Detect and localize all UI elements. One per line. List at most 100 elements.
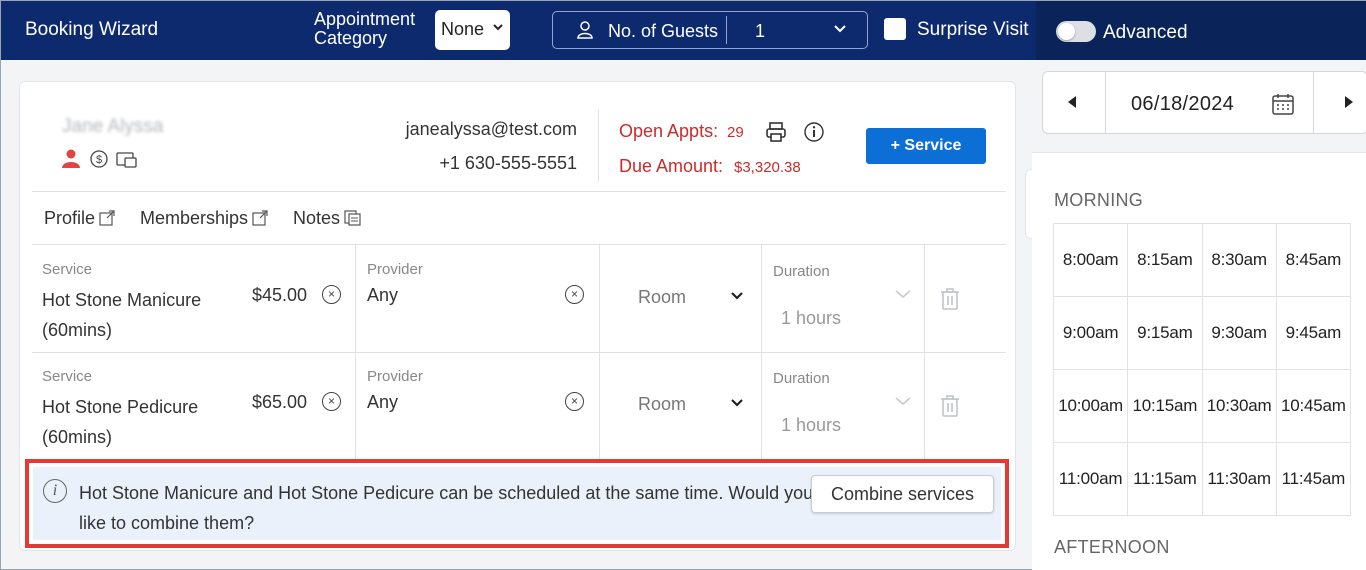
afternoon-heading: AFTERNOON [1054,537,1170,557]
trash-icon[interactable] [939,394,961,423]
service-price: $65.00 [252,392,308,412]
divider [355,245,356,352]
plus-icon: + [890,137,900,154]
time-slot[interactable]: 9:15am [1128,297,1203,370]
service-label: Service [42,261,93,278]
client-status-icons: $ [62,149,137,168]
time-slot[interactable]: 8:30am [1202,224,1277,297]
appointment-category-select[interactable]: None [435,10,510,50]
service-row: Service Hot Stone Pedicure (60mins) $65.… [32,352,1006,459]
chevron-down-icon[interactable] [894,394,912,412]
clear-service-icon[interactable]: × [322,392,341,411]
add-service-label: Service [904,137,962,154]
service-label: Service [42,368,93,385]
slot-row: 10:00am 10:15am 10:30am 10:45am [1054,370,1351,443]
clear-provider-icon[interactable]: × [565,392,584,411]
chevron-down-icon[interactable] [730,396,744,414]
calendar-icon[interactable] [1271,92,1295,121]
add-service-button[interactable]: + Service [866,128,986,164]
open-appts-label: Open Appts: [619,121,719,141]
tab-notes[interactable]: Notes [293,208,362,229]
combine-services-notice: i Hot Stone Manicure and Hot Stone Pedic… [25,459,1009,548]
time-slot[interactable]: 11:45am [1276,443,1351,516]
room-select[interactable]: Room [638,287,686,308]
clear-provider-icon[interactable]: × [565,285,584,304]
client-icons: $ [62,148,162,170]
tab-memberships[interactable]: Memberships [140,208,268,229]
time-slot[interactable]: 10:00am [1054,370,1129,443]
divider [598,110,599,182]
client-phone: +1 630-555-5551 [439,153,577,173]
time-slot[interactable]: 11:15am [1128,443,1203,516]
divider [32,191,1006,192]
morning-heading: MORNING [1054,190,1144,210]
prev-date-icon[interactable] [1068,96,1076,108]
notice-body: i Hot Stone Manicure and Hot Stone Pedic… [33,467,1001,540]
divider [599,245,600,352]
client-name: Jane Alyssa [62,116,164,137]
chevron-down-icon [833,21,847,40]
due-amount-label: Due Amount: [619,156,724,176]
time-slot[interactable]: 11:30am [1202,443,1277,516]
chevron-down-icon[interactable] [894,287,912,305]
slot-row: 8:00am 8:15am 8:30am 8:45am [1054,224,1351,297]
time-slot[interactable]: 10:15am [1128,370,1203,443]
schedule-panel: 06/18/2024 MORNING 8:00am 8:15am 8:30am … [1032,60,1366,570]
duration-value[interactable]: 1 hours [781,415,841,436]
time-slot[interactable]: 8:45am [1276,224,1351,297]
trash-icon[interactable] [939,287,961,316]
top-bar: Booking Wizard Appointment Category None… [1,1,1366,60]
chevron-down-icon [492,21,504,35]
appointment-category-label: Appointment Category [314,9,416,48]
external-link-icon [252,210,268,226]
provider-label: Provider [367,368,423,385]
advanced-label: Advanced [1103,22,1188,43]
room-select[interactable]: Room [638,394,686,415]
info-icon[interactable] [803,121,825,148]
next-date-icon[interactable] [1345,96,1353,108]
provider-value[interactable]: Any [367,392,398,413]
service-name: Hot Stone Manicure (60mins) [42,290,202,340]
divider [726,16,727,44]
time-slot[interactable]: 8:15am [1128,224,1203,297]
person-icon [575,20,595,40]
page-title: Booking Wizard [25,19,159,40]
tab-profile[interactable]: Profile [44,208,115,229]
time-slot[interactable]: 10:45am [1276,370,1351,443]
info-icon: i [43,479,67,503]
provider-value[interactable]: Any [367,285,398,306]
surprise-visit-checkbox[interactable] [884,18,906,40]
divider [1313,72,1314,133]
notice-message: Hot Stone Manicure and Hot Stone Pedicur… [79,483,814,533]
time-slot[interactable]: 11:00am [1054,443,1129,516]
time-slot[interactable]: 9:30am [1202,297,1277,370]
morning-slot-grid: 8:00am 8:15am 8:30am 8:45am 9:00am 9:15a… [1053,223,1351,516]
chevron-down-icon[interactable] [730,289,744,307]
time-slot[interactable]: 10:30am [1202,370,1277,443]
time-slot[interactable]: 9:45am [1276,297,1351,370]
service-price: $45.00 [252,285,308,305]
divider [924,352,925,459]
duration-value[interactable]: 1 hours [781,308,841,329]
date-input[interactable]: 06/18/2024 [1131,93,1234,116]
service-name: Hot Stone Pedicure (60mins) [42,397,199,447]
service-row: Service Hot Stone Manicure (60mins) $45.… [32,245,1006,352]
advanced-toggle[interactable] [1056,21,1096,42]
combine-services-button[interactable]: Combine services [811,475,994,513]
client-email: janealyssa@test.com [405,119,577,139]
divider [355,352,356,459]
duration-label: Duration [773,370,830,387]
duration-label: Duration [773,263,830,280]
printer-icon[interactable] [765,121,787,148]
clear-service-icon[interactable]: × [322,285,341,304]
divider [1105,72,1106,133]
divider [924,245,925,352]
appointment-category-value: None [441,19,485,39]
notes-icon [344,210,361,226]
guests-select[interactable]: No. of Guests 1 [552,11,868,49]
time-slot[interactable]: 9:00am [1054,297,1129,370]
due-amount-value: $3,320.38 [734,159,801,176]
time-slot[interactable]: 8:00am [1054,224,1129,297]
divider [761,245,762,352]
slot-row: 9:00am 9:15am 9:30am 9:45am [1054,297,1351,370]
